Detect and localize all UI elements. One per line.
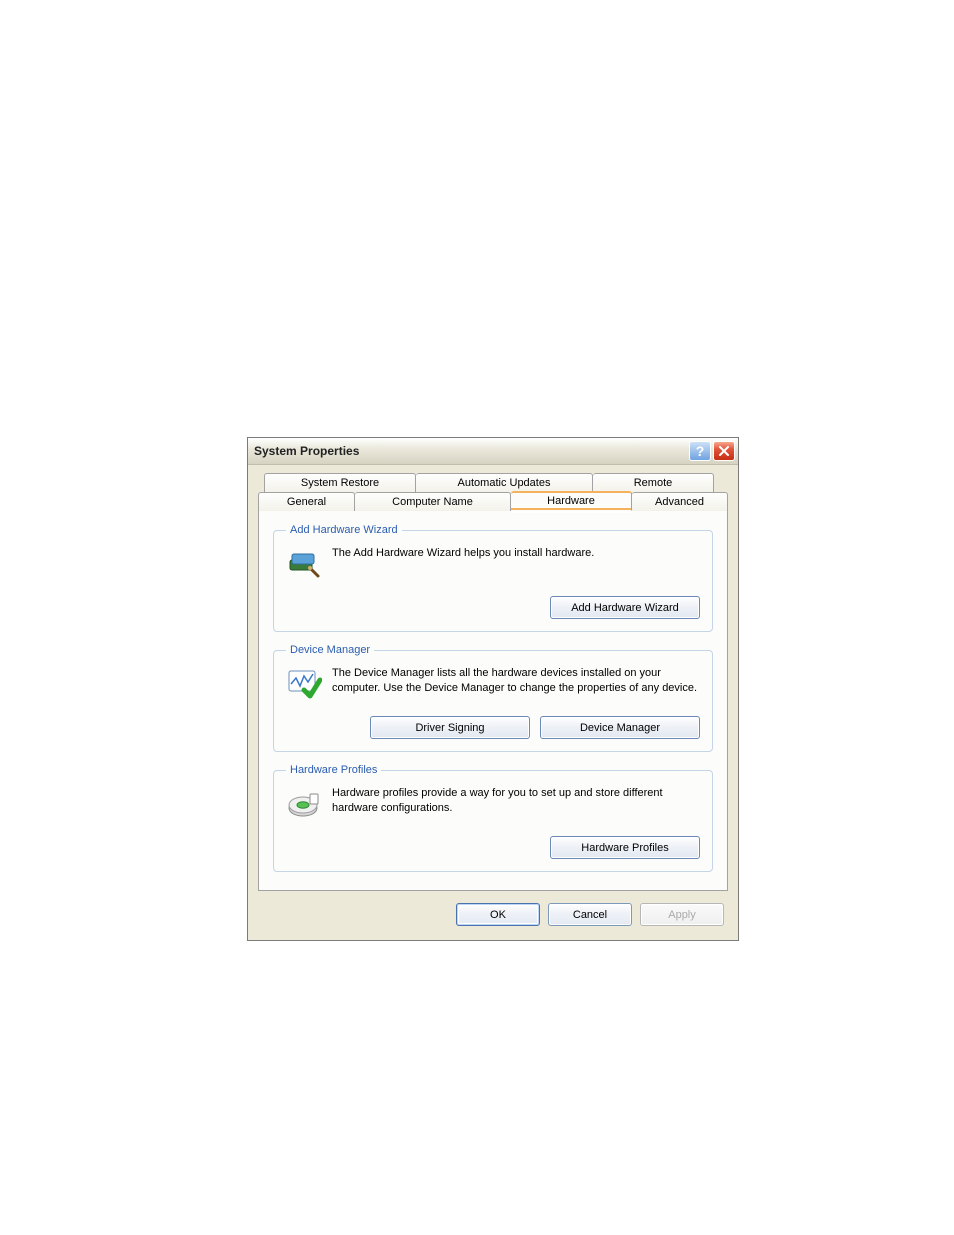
group-add-hardware-wizard: Add Hardware Wizard The Add Hardware Wiz… (273, 524, 713, 632)
tab-row-back: System Restore Automatic Updates Remote (264, 473, 722, 492)
tab-remote[interactable]: Remote (593, 473, 714, 492)
help-button[interactable]: ? (689, 441, 711, 461)
tab-computer-name[interactable]: Computer Name (355, 492, 511, 511)
window-title: System Properties (254, 444, 687, 458)
tab-label: Hardware (547, 495, 595, 507)
group-legend: Device Manager (286, 644, 374, 656)
tabstrip: System Restore Automatic Updates Remote … (248, 465, 738, 891)
hardware-profiles-button[interactable]: Hardware Profiles (550, 836, 700, 859)
tab-label: General (287, 496, 326, 508)
hardware-profiles-icon (286, 786, 322, 822)
group-hardware-profiles: Hardware Profiles Hardware profiles prov… (273, 764, 713, 872)
apply-button: Apply (640, 903, 724, 926)
hardware-wizard-icon (286, 546, 322, 582)
group-text: Hardware profiles provide a way for you … (332, 786, 700, 816)
add-hardware-wizard-button[interactable]: Add Hardware Wizard (550, 596, 700, 619)
tab-label: System Restore (301, 477, 379, 489)
tab-label: Automatic Updates (458, 477, 551, 489)
tab-hardware[interactable]: Hardware (511, 491, 632, 511)
close-icon (719, 446, 729, 456)
titlebar[interactable]: System Properties ? (248, 438, 738, 465)
driver-signing-button[interactable]: Driver Signing (370, 716, 530, 739)
close-button[interactable] (713, 441, 735, 461)
tab-label: Remote (634, 477, 673, 489)
group-legend: Add Hardware Wizard (286, 524, 402, 536)
tab-panel-hardware: Add Hardware Wizard The Add Hardware Wiz… (258, 510, 728, 891)
ok-button[interactable]: OK (456, 903, 540, 926)
group-device-manager: Device Manager The Device Manager lists … (273, 644, 713, 752)
dialog-footer: OK Cancel Apply (248, 891, 738, 940)
tab-automatic-updates[interactable]: Automatic Updates (416, 473, 593, 492)
tab-system-restore[interactable]: System Restore (264, 473, 416, 492)
group-legend: Hardware Profiles (286, 764, 381, 776)
tab-label: Advanced (655, 496, 704, 508)
device-manager-icon (286, 666, 322, 702)
group-text: The Add Hardware Wizard helps you instal… (332, 546, 700, 561)
device-manager-button[interactable]: Device Manager (540, 716, 700, 739)
tab-label: Computer Name (392, 496, 473, 508)
tab-advanced[interactable]: Advanced (632, 492, 728, 511)
tab-row-front: General Computer Name Hardware Advanced (258, 492, 728, 511)
tab-general[interactable]: General (258, 492, 355, 511)
group-text: The Device Manager lists all the hardwar… (332, 666, 700, 696)
question-icon: ? (696, 443, 705, 459)
system-properties-dialog: System Properties ? System Restore Autom… (247, 437, 739, 941)
cancel-button[interactable]: Cancel (548, 903, 632, 926)
